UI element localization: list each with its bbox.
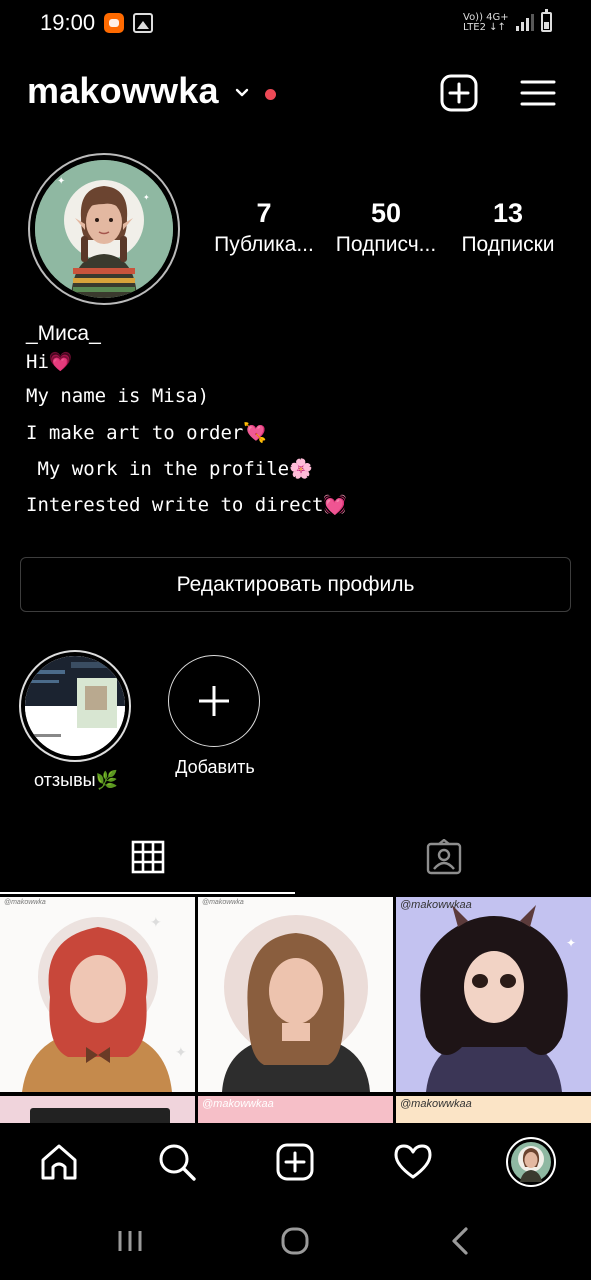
highlight-reviews[interactable]: отзывы🌿: [19, 650, 133, 791]
add-highlight-button[interactable]: [168, 655, 260, 747]
profile-avatar[interactable]: [506, 1137, 556, 1187]
svg-text:✦: ✦: [57, 176, 65, 187]
home-icon[interactable]: [34, 1137, 84, 1187]
profile-avatar[interactable]: ✦ ✦: [28, 153, 180, 305]
posts-grid: ✦ ✦ @makowwka @makowwka ✦ @makowwkaa @ma…: [0, 897, 591, 1123]
gallery-icon: [133, 13, 153, 33]
tagged-icon: [426, 839, 461, 875]
network-label-top: Vo)) 4G+ LTE2 ↓↑: [463, 13, 509, 33]
svg-text:✦: ✦: [150, 914, 162, 930]
posts-count[interactable]: 7 Публика...: [210, 198, 318, 257]
system-navigation-bar: [0, 1201, 591, 1280]
bio-line: Hi💗: [26, 351, 73, 373]
new-post-icon[interactable]: [438, 72, 480, 114]
search-icon[interactable]: [152, 1137, 202, 1187]
highlight-add-label: Добавить: [175, 757, 255, 777]
bio-line: I make art to order💘: [26, 422, 267, 444]
profile-full-name: _Миса_: [26, 322, 101, 345]
grid-post[interactable]: @makowwkaa: [198, 1096, 393, 1123]
posts-label: Публика...: [214, 233, 314, 256]
highlight-ring: [19, 650, 131, 762]
chevron-down-icon[interactable]: [235, 86, 249, 100]
active-tab-indicator: [0, 892, 295, 894]
svg-text:✦: ✦: [143, 193, 150, 202]
menu-icon[interactable]: [517, 72, 559, 114]
grid-post[interactable]: ✦ ✦ @makowwka: [0, 897, 195, 1092]
following-number: 13: [492, 198, 524, 228]
post-watermark: @makowwkaa: [202, 1098, 274, 1110]
recents-icon[interactable]: [114, 1225, 146, 1257]
svg-text:✦: ✦: [175, 1044, 187, 1060]
activity-heart-icon[interactable]: [388, 1137, 438, 1187]
new-post-icon[interactable]: [270, 1137, 320, 1187]
following-label: Подписки: [461, 233, 555, 256]
home-circle-icon[interactable]: [279, 1225, 311, 1257]
back-icon[interactable]: [445, 1225, 477, 1257]
following-count[interactable]: 13 Подписки: [452, 198, 564, 257]
highlight-label: отзывы🌿: [34, 770, 118, 790]
grid-post[interactable]: @makowwkaa: [396, 1096, 591, 1123]
post-watermark: @makowwka: [202, 899, 244, 906]
followers-label: Подписч...: [335, 233, 437, 256]
bio-line: Interested write to direct💓: [26, 494, 348, 516]
bottom-navigation: [0, 1123, 591, 1201]
tab-posts-grid[interactable]: [0, 820, 295, 894]
post-watermark: @makowwkaa: [400, 1098, 472, 1110]
grid-post[interactable]: @makowwka: [198, 897, 393, 1092]
highlight-add[interactable]: Добавить: [168, 655, 262, 778]
network-bottom-text: LTE2 ↓↑: [463, 22, 506, 33]
followers-number: 50: [370, 198, 402, 228]
status-time: 19:00: [40, 10, 96, 35]
mi-app-icon: [104, 13, 124, 33]
notification-dot: [265, 89, 276, 100]
grid-post[interactable]: ✦ @makowwkaa: [396, 897, 591, 1092]
bio-line: My name is Misa): [26, 385, 210, 407]
post-watermark: @makowwkaa: [400, 899, 472, 911]
edit-profile-button[interactable]: Редактировать профиль: [20, 557, 571, 612]
account-username[interactable]: makowwka: [27, 70, 219, 112]
battery-icon: [541, 9, 552, 32]
tab-tagged[interactable]: [296, 820, 591, 894]
followers-count[interactable]: 50 Подписч...: [331, 198, 441, 257]
grid-icon: [131, 840, 164, 874]
highlight-cover: [25, 656, 125, 756]
status-bar: 19:00 Vo)) 4G+ LTE2 ↓↑: [0, 0, 591, 46]
signal-icon: [516, 13, 534, 31]
plus-icon: [199, 686, 229, 716]
avatar-illustration: ✦ ✦: [35, 160, 173, 298]
post-watermark: @makowwka: [4, 899, 46, 906]
posts-number: 7: [256, 198, 272, 228]
bio-line: My work in the profile🌸: [26, 458, 313, 480]
svg-text:✦: ✦: [566, 936, 576, 950]
grid-post[interactable]: [0, 1096, 195, 1123]
